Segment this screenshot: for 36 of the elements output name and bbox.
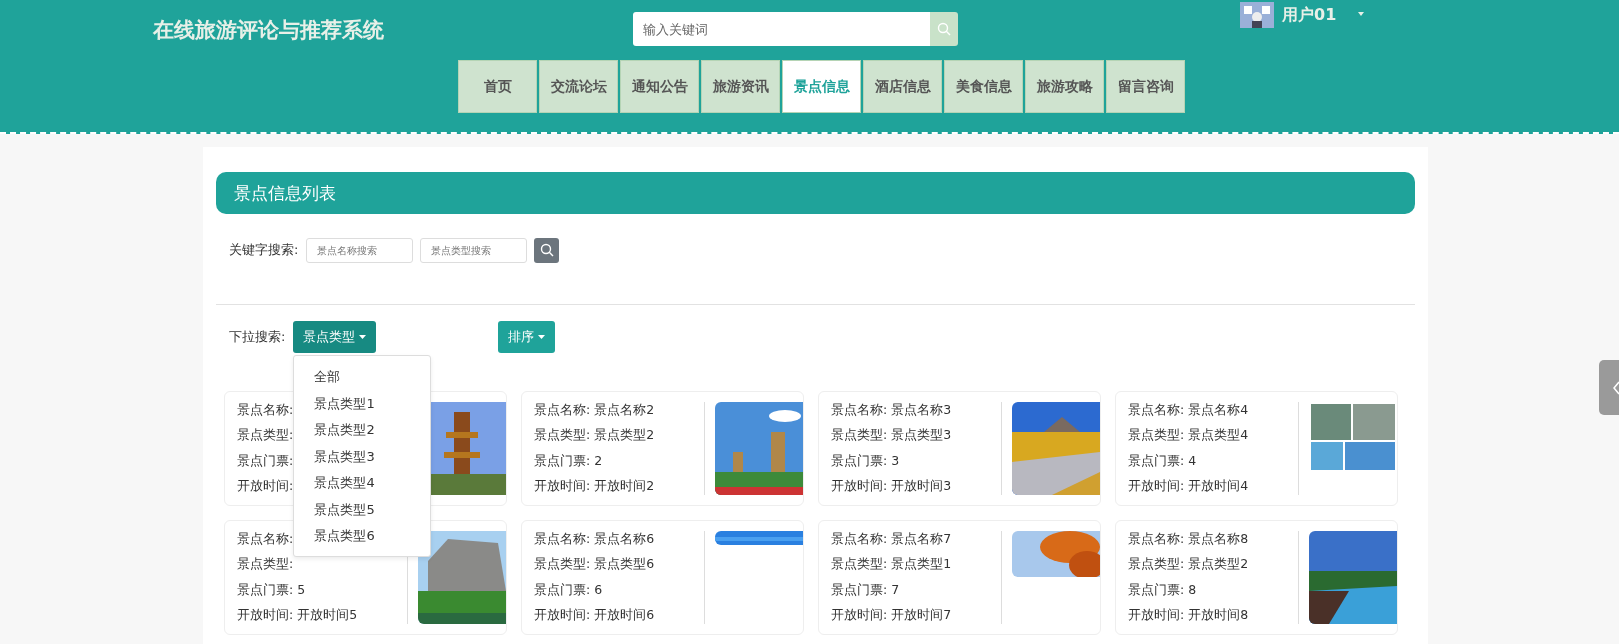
card-field: 景点名称: 景点名称8 (1128, 531, 1249, 548)
card-field: 景点门票: 5 (237, 581, 306, 599)
card-field: 景点名称: 景点名称2 (534, 402, 655, 419)
card-field: 景点名称: (237, 402, 294, 419)
card-field: 景点门票: 7 (831, 581, 900, 599)
card-field: 开放时间: 开放时间2 (534, 478, 655, 495)
card-field: 开放时间: 开放时间6 (534, 607, 655, 624)
card-field: 景点类型: 景点类型2 (1128, 556, 1249, 574)
field-label: 下拉搜索: (229, 328, 286, 346)
card-field: 开放时间: 开放时间5 (237, 607, 358, 624)
card-field: 景点名称: 景点名称6 (534, 531, 655, 548)
card-field: 景点门票: 6 (534, 581, 603, 599)
card-field: 景点类型: 景点类型3 (831, 427, 952, 445)
card-field: 景点类型: (237, 556, 294, 574)
card-field: 景点类型: 景点类型1 (831, 556, 952, 574)
card-field: 景点门票: 4 (1128, 452, 1197, 470)
card-field: 开放时间: (237, 478, 294, 495)
site-title: 在线旅游评论与推荐系统 (153, 17, 385, 44)
panel-title: 景点信息列表 (216, 172, 1415, 214)
card-field: 景点类型: 景点类型4 (1128, 427, 1249, 445)
card-field: 景点名称: 景点名称3 (831, 402, 952, 419)
card-field: 景点名称: 景点名称7 (831, 531, 952, 548)
card-field: 景点门票: 2 (534, 452, 603, 470)
card-field: 景点门票: 8 (1128, 581, 1197, 599)
card-field: 景点名称: (237, 531, 294, 548)
card-field: 景点类型: 景点类型6 (534, 556, 655, 574)
card-field: 景点名称: 景点名称4 (1128, 402, 1249, 419)
card-field: 开放时间: 开放时间4 (1128, 478, 1249, 495)
card-field: 景点类型: (237, 427, 294, 445)
card-field: 景点门票: (237, 452, 294, 470)
card-field: 景点类型: 景点类型2 (534, 427, 655, 445)
field-label: 关键字搜索: (229, 241, 299, 259)
card-field: 开放时间: 开放时间8 (1128, 607, 1249, 624)
card-field: 开放时间: 开放时间7 (831, 607, 952, 624)
card-field: 景点门票: 3 (831, 452, 900, 470)
card-field: 开放时间: 开放时间3 (831, 478, 952, 495)
